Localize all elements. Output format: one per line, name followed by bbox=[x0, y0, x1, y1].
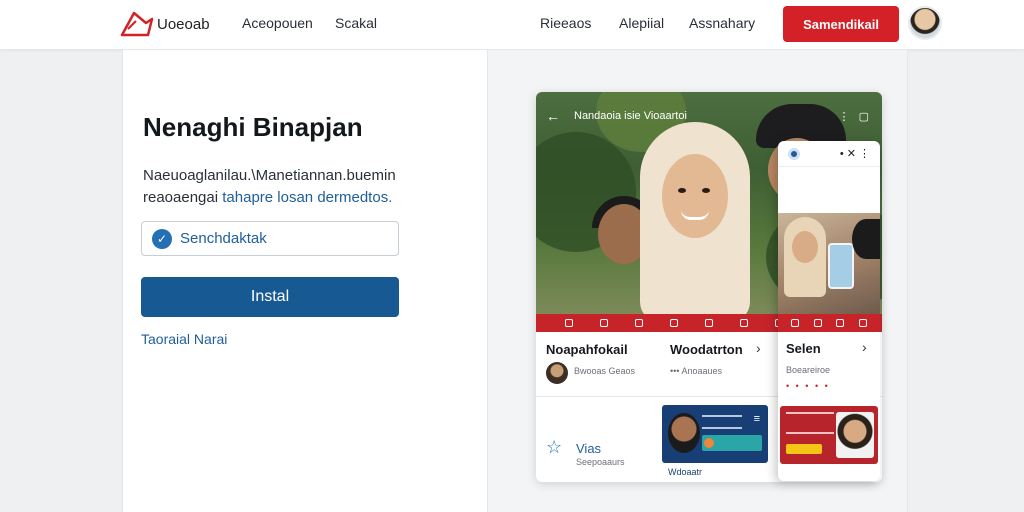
card-subtitle: ••• Anoaaues bbox=[670, 366, 722, 376]
status-badge bbox=[788, 147, 800, 160]
description-line-2: reaoaengai bbox=[143, 189, 219, 206]
nav-link-rieeaos[interactable]: Rieeaos bbox=[540, 15, 591, 31]
bottom-subtitle: Seepoaaurs bbox=[576, 457, 625, 467]
overlay-photo bbox=[778, 213, 880, 315]
nav-link-aceopouen[interactable]: Aceopouen bbox=[242, 15, 313, 31]
strip-icon[interactable] bbox=[836, 319, 845, 327]
chevron-right-icon: › bbox=[756, 340, 761, 356]
nav-link-scakal[interactable]: Scakal bbox=[335, 15, 377, 31]
promo-card-red[interactable] bbox=[780, 406, 878, 464]
overlay-subtitle: Boeareiroe bbox=[786, 365, 831, 375]
nav-link-alepiial[interactable]: Alepiial bbox=[619, 15, 664, 31]
top-navigation: Uoeoab Aceopouen Scakal Rieeaos Alepiial… bbox=[0, 0, 1024, 50]
description-link[interactable]: tahapre losan dermedtos. bbox=[222, 189, 392, 206]
nav-link-assnahary[interactable]: Assnahary bbox=[689, 15, 755, 31]
menu-icon[interactable]: ≡ bbox=[754, 413, 760, 425]
strip-icon[interactable] bbox=[813, 319, 822, 327]
card-item[interactable]: Noapahfokail Bwooas Geaos bbox=[536, 338, 658, 394]
card-title: Noapahfokail bbox=[546, 342, 628, 357]
brand-logo[interactable]: Uoeoab bbox=[118, 8, 210, 40]
overlay-toolbar-icons[interactable]: • ✕ ⋮ bbox=[840, 147, 870, 160]
strip-icon[interactable] bbox=[704, 319, 713, 327]
description-line-1: Naeuoaglanilau.\Manetiannan.buemin bbox=[143, 167, 396, 184]
card-title: Woodatrton bbox=[670, 342, 743, 357]
back-arrow-icon[interactable]: ← bbox=[546, 108, 560, 124]
check-circle-icon: ✓ bbox=[152, 228, 172, 249]
promo-card-blue[interactable]: ≡ bbox=[662, 405, 768, 463]
install-button[interactable]: Instal bbox=[141, 277, 399, 317]
bottom-title[interactable]: Vias bbox=[576, 441, 601, 456]
page-description: Naeuoaglanilau.\Manetiannan.buemin reaoa… bbox=[143, 165, 473, 209]
overlay-toolbar: • ✕ ⋮ bbox=[778, 141, 880, 167]
strip-icon[interactable] bbox=[670, 319, 679, 327]
strip-icon[interactable] bbox=[600, 319, 609, 327]
page-title: Nenaghi Binapjan bbox=[143, 112, 363, 142]
photo-title: Nandaoia isie Vioaartoi bbox=[574, 110, 687, 122]
card-item[interactable]: Woodatrton › ••• Anoaaues bbox=[670, 338, 780, 394]
strip-icon[interactable] bbox=[635, 319, 644, 327]
brand-name: Uoeoab bbox=[157, 15, 210, 33]
strip-icon[interactable] bbox=[739, 319, 748, 327]
card-subtitle: Bwooas Geaos bbox=[574, 366, 636, 376]
footer-link[interactable]: Taoraial Narai bbox=[141, 331, 227, 347]
avatar bbox=[546, 362, 568, 384]
strip-icon[interactable] bbox=[791, 319, 800, 327]
search-input-value: Senchdaktak bbox=[180, 230, 267, 247]
more-icon[interactable]: ⋮ ▢ bbox=[839, 110, 872, 123]
promo-card-label: Wdoaatr bbox=[668, 467, 703, 477]
overlay-dots: • • • • • bbox=[786, 381, 830, 391]
logo-icon bbox=[120, 11, 154, 37]
signup-button[interactable]: Samendikail bbox=[783, 6, 899, 42]
overlay-action-strip bbox=[778, 314, 880, 332]
overlay-title[interactable]: Selen bbox=[786, 341, 821, 356]
strip-icon[interactable] bbox=[858, 319, 867, 327]
search-input[interactable]: ✓ Senchdaktak bbox=[141, 221, 399, 256]
strip-icon[interactable] bbox=[565, 319, 574, 327]
user-avatar[interactable] bbox=[908, 6, 942, 40]
chevron-right-icon: › bbox=[862, 339, 867, 355]
photo-toolbar: ← Nandaoia isie Vioaartoi ⋮ ▢ bbox=[536, 106, 882, 126]
app-preview-overlay: • ✕ ⋮ Selen › Boeareiroe • • • • • bbox=[778, 141, 880, 481]
left-panel: Nenaghi Binapjan Naeuoaglanilau.\Manetia… bbox=[122, 50, 488, 512]
star-outline-icon: ☆ bbox=[546, 437, 563, 457]
